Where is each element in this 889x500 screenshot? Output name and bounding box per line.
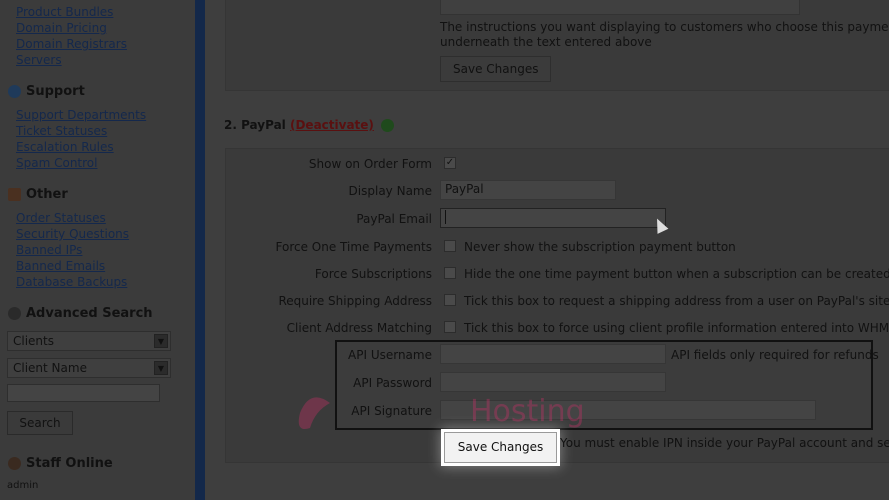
paypal-email-input[interactable] (440, 208, 666, 228)
chevron-down-icon: ▼ (154, 334, 168, 348)
sidebar-link-product-bundles[interactable]: Product Bundles (16, 5, 113, 19)
globe-icon (8, 85, 21, 98)
display-name-input[interactable]: PayPal (440, 180, 616, 200)
instructions-help-1: The instructions you want displaying to … (440, 20, 889, 34)
paypal-email-label: PayPal Email (356, 212, 432, 226)
sidebar-link-domain-pricing[interactable]: Domain Pricing (16, 21, 107, 35)
client-address-checkbox[interactable] (444, 321, 456, 333)
api-username-label: API Username (348, 348, 432, 362)
support-heading-label: Support (26, 84, 85, 99)
search-field-value: Client Name (13, 361, 87, 375)
show-on-order-form-checkbox[interactable]: ✓ (444, 157, 456, 169)
force-subscriptions-label: Force Subscriptions (314, 267, 432, 281)
magnifier-icon (8, 307, 21, 320)
watermark-text: Hosting (470, 394, 585, 429)
chevron-down-icon: ▼ (154, 361, 168, 375)
offline-payment-panel: The instructions you want displaying to … (225, 0, 889, 91)
require-shipping-checkbox[interactable] (444, 294, 456, 306)
api-note: API fields only required for refunds (671, 348, 879, 362)
other-heading: Other (8, 187, 68, 202)
save-changes-button-top[interactable]: Save Changes (440, 56, 552, 82)
search-type-value: Clients (13, 334, 54, 348)
sidebar-link-escalation-rules[interactable]: Escalation Rules (16, 140, 114, 154)
advanced-search-heading: Advanced Search (8, 306, 153, 321)
force-subscriptions-desc: Hide the one time payment button when a … (464, 267, 889, 281)
force-one-time-desc: Never show the subscription payment butt… (464, 240, 736, 254)
sidebar-link-banned-emails[interactable]: Banned Emails (16, 259, 105, 273)
display-name-label: Display Name (348, 184, 432, 198)
staff-online-heading-label: Staff Online (26, 456, 113, 471)
support-heading: Support (8, 84, 85, 99)
client-address-desc: Tick this box to force using client prof… (464, 321, 889, 335)
sidebar-link-banned-ips[interactable]: Banned IPs (16, 243, 82, 257)
text-cursor (445, 210, 446, 224)
search-input[interactable] (7, 384, 160, 402)
instructions-help-2: underneath the text entered above (440, 35, 652, 49)
deactivate-link[interactable]: (Deactivate) (290, 118, 374, 132)
staff-online-heading: Staff Online (8, 456, 113, 471)
sidebar-link-database-backups[interactable]: Database Backups (16, 275, 127, 289)
sidebar-link-support-departments[interactable]: Support Departments (16, 108, 146, 122)
require-shipping-label: Require Shipping Address (278, 294, 432, 308)
help-icon[interactable] (381, 119, 395, 132)
sidebar-link-order-statuses[interactable]: Order Statuses (16, 211, 106, 225)
sidebar-link-ticket-statuses[interactable]: Ticket Statuses (16, 124, 107, 138)
force-one-time-checkbox[interactable] (444, 240, 456, 252)
show-on-order-form-label: Show on Order Form (308, 157, 432, 171)
search-button[interactable]: Search (7, 411, 73, 435)
save-changes-button[interactable]: Save Changes (444, 432, 557, 463)
sidebar-link-domain-registrars[interactable]: Domain Registrars (16, 37, 127, 51)
paypal-title: 2. PayPal (224, 118, 286, 132)
require-shipping-desc: Tick this box to request a shipping addr… (464, 294, 889, 308)
force-one-time-label: Force One Time Payments (275, 240, 433, 254)
paypal-section-title: 2. PayPal (Deactivate) (224, 118, 395, 132)
sidebar-divider (195, 0, 205, 500)
sidebar-link-servers[interactable]: Servers (16, 53, 62, 67)
api-username-input[interactable] (440, 344, 666, 364)
ipn-note: You must enable IPN inside your PayPal a… (560, 436, 889, 450)
sidebar-link-spam-control[interactable]: Spam Control (16, 156, 97, 170)
wrench-icon (8, 188, 21, 201)
other-heading-label: Other (26, 187, 68, 202)
sidebar-link-security-questions[interactable]: Security Questions (16, 227, 129, 241)
search-type-select[interactable]: Clients ▼ (7, 331, 171, 351)
client-address-label: Client Address Matching (286, 321, 432, 335)
force-subscriptions-checkbox[interactable] (444, 267, 456, 279)
advanced-search-heading-label: Advanced Search (26, 306, 153, 321)
sidebar: Product Bundles Domain Pricing Domain Re… (0, 0, 195, 500)
staff-online-user: admin (7, 480, 39, 491)
search-field-select[interactable]: Client Name ▼ (7, 358, 171, 378)
instructions-textarea[interactable] (440, 0, 800, 15)
user-icon (8, 457, 21, 470)
